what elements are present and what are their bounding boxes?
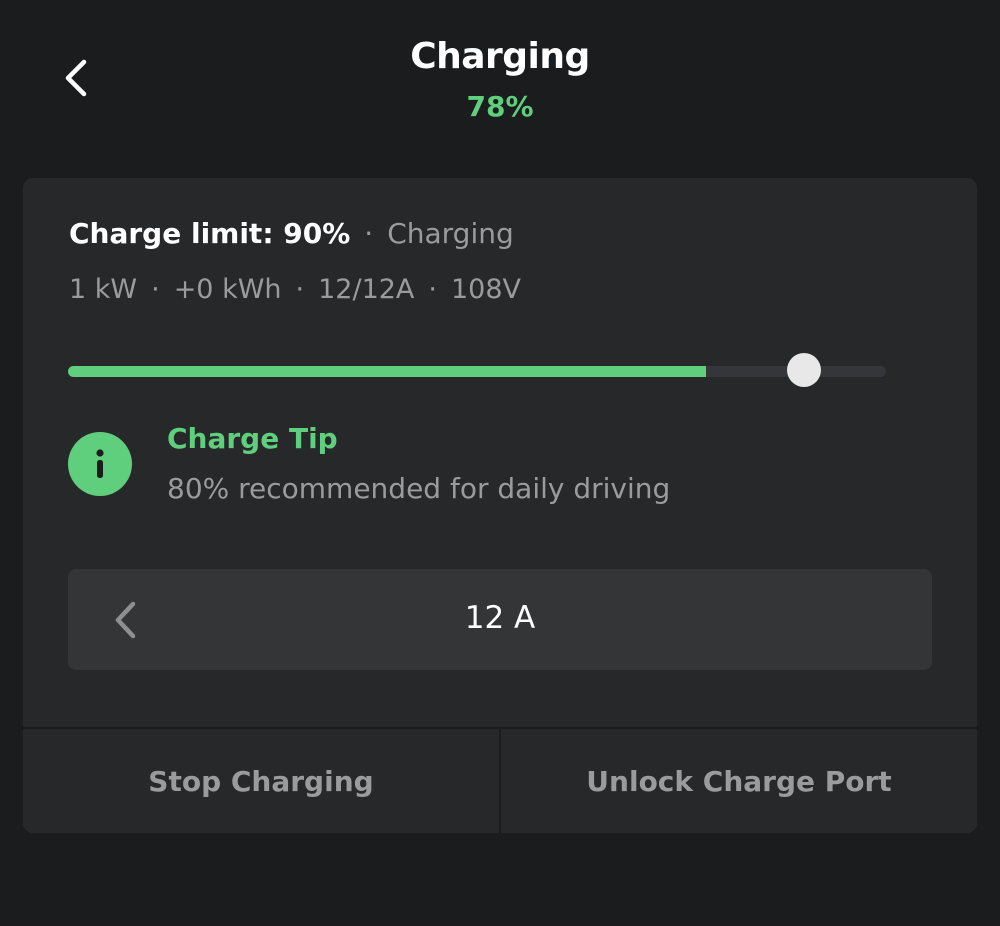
- info-icon: [68, 432, 132, 496]
- charge-tip-text: 80% recommended for daily driving: [167, 472, 671, 505]
- charging-state: Charging: [387, 217, 514, 250]
- charge-status-line: Charge limit: 90% · Charging: [69, 217, 514, 250]
- power-value: 1 kW: [69, 274, 138, 305]
- info-glyph: [96, 449, 104, 478]
- charge-tip-title: Charge Tip: [167, 422, 338, 455]
- energy-added-value: +0 kWh: [173, 274, 282, 305]
- separator-dot: ·: [428, 274, 437, 305]
- charging-screen: Charging 78% Charge limit: 90% · Charging …: [0, 0, 1000, 926]
- separator-dot: ·: [295, 274, 305, 305]
- separator-dot: ·: [364, 217, 374, 250]
- charge-limit-label: Charge limit: 90%: [69, 217, 351, 250]
- unlock-charge-port-button[interactable]: Unlock Charge Port: [501, 729, 977, 833]
- battery-percent: 78%: [466, 90, 534, 123]
- charge-stats-line: 1 kW · +0 kWh · 12/12A · 108V: [69, 274, 521, 305]
- separator-dot: ·: [151, 274, 160, 305]
- amperage-control: 12 A: [68, 569, 932, 670]
- voltage-value: 108V: [451, 274, 522, 305]
- charge-limit-slider-handle[interactable]: [787, 353, 821, 387]
- amperage-value: 12 A: [464, 600, 536, 636]
- charging-card: Charge limit: 90% · Charging 1 kW · +0 kWh · 1…: [23, 178, 977, 833]
- page-title: Charging: [410, 36, 590, 77]
- current-value: 12/12A: [318, 274, 415, 305]
- stop-charging-button[interactable]: Stop Charging: [23, 729, 499, 833]
- charge-level-fill: [68, 366, 706, 377]
- charge-limit-slider[interactable]: [68, 366, 886, 377]
